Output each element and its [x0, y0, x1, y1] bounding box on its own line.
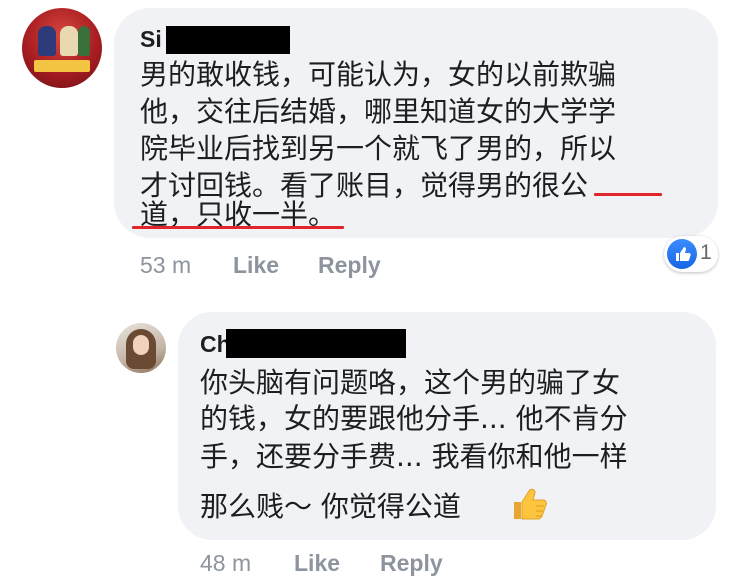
- avatar[interactable]: [22, 8, 102, 88]
- comment-text-line: 那么贱～ 你觉得公道: [200, 490, 461, 523]
- avatar-face: [133, 335, 149, 355]
- avatar-figure: [78, 26, 90, 56]
- red-underline: [132, 226, 344, 229]
- comment-thread: Si 男的敢收钱，可能认为，女的以前欺骗 他，交往后结婚，哪里知道女的大学学 院…: [0, 0, 748, 582]
- comment-text-line: 男的敢收钱，可能认为，女的以前欺骗: [140, 58, 617, 91]
- like-reaction-icon: [667, 239, 697, 269]
- reaction-count: 1: [700, 241, 712, 264]
- redaction-bar: [226, 329, 406, 358]
- comment-text-line: 你头脑有问题咯，这个男的骗了女: [200, 366, 621, 399]
- comment-author[interactable]: Si: [140, 26, 162, 53]
- comment-text-line: 院毕业后找到另一个就飞了男的，所以: [140, 132, 617, 165]
- like-link[interactable]: Like: [294, 550, 340, 577]
- thumbs-up-icon: [509, 482, 551, 524]
- avatar-banner: [34, 60, 90, 72]
- avatar-figure: [60, 26, 78, 56]
- comment-timestamp[interactable]: 48 m: [200, 550, 251, 577]
- comment-text-line: 的钱，女的要跟他分手... 他不肯分: [200, 402, 628, 435]
- comment-timestamp[interactable]: 53 m: [140, 252, 191, 279]
- comment-text-line: 手，还要分手费... 我看你和他一样: [200, 440, 628, 473]
- reaction-summary[interactable]: 1: [664, 236, 718, 272]
- red-underline: [594, 193, 662, 196]
- comment-text-line: 他，交往后结婚，哪里知道女的大学学: [140, 95, 617, 128]
- reply-link[interactable]: Reply: [318, 252, 381, 279]
- avatar[interactable]: [116, 323, 166, 373]
- reply-link[interactable]: Reply: [380, 550, 443, 577]
- redaction-bar: [166, 26, 290, 54]
- like-link[interactable]: Like: [233, 252, 279, 279]
- avatar-figure: [38, 26, 56, 56]
